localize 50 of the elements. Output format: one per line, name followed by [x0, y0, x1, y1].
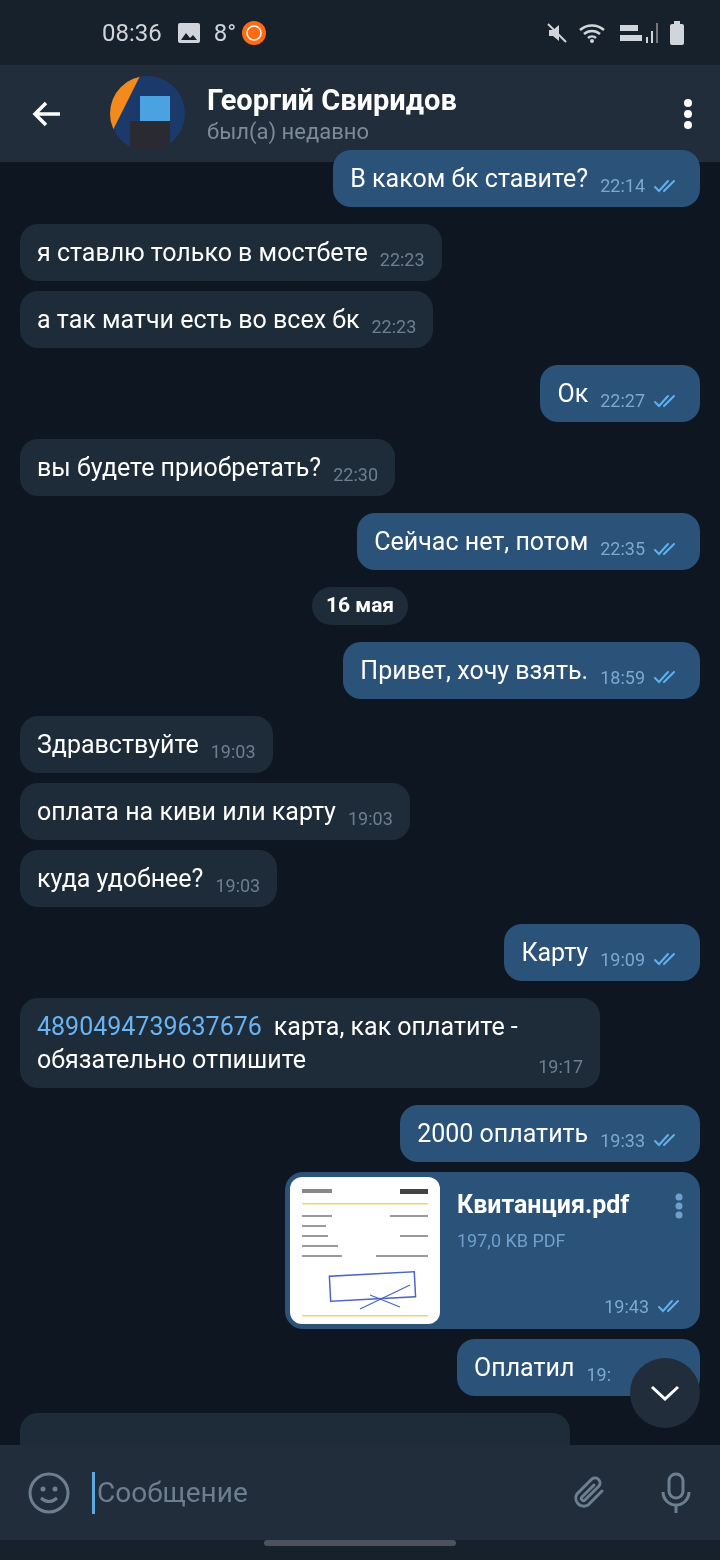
- message-time: 19:03: [210, 739, 256, 764]
- message-text: В каком бк ставите?: [350, 164, 589, 193]
- message-text: Оплатил: [474, 1352, 575, 1382]
- message-text: Привет, хочу взять.: [360, 655, 589, 685]
- message-time: 19:09: [600, 947, 645, 972]
- emoji-icon[interactable]: [28, 1471, 70, 1514]
- message-text: куда удобнее?: [37, 863, 204, 893]
- lte-signal-icon: [618, 20, 660, 45]
- temperature: 8°: [213, 17, 237, 49]
- message-input[interactable]: Сообщение: [92, 1471, 562, 1514]
- message-time: 19:17: [538, 1054, 583, 1079]
- message-text: 2000 оплатить: [417, 1118, 589, 1148]
- contact-name: Георгий Свиридов: [207, 81, 457, 118]
- status-time: 08:36: [102, 17, 162, 49]
- message-text: Здравствуйте: [37, 729, 199, 759]
- message-text: Карту: [521, 937, 589, 967]
- microphone-icon[interactable]: [660, 1471, 692, 1514]
- message-time: 19:43: [604, 1294, 649, 1319]
- message-time: 18:59: [600, 665, 645, 690]
- card-number-link[interactable]: 4890494739637676: [37, 1011, 262, 1041]
- message-text: Сейчас нет, потом: [374, 527, 589, 556]
- back-icon[interactable]: [32, 100, 62, 127]
- message-time: 22:30: [333, 463, 378, 487]
- date-chip: 16 мая: [311, 587, 409, 625]
- more-icon[interactable]: [684, 98, 692, 129]
- message-time: 19:: [586, 1362, 611, 1387]
- message-time: 19:03: [215, 873, 261, 898]
- message-time: 22:23: [379, 248, 425, 272]
- message-text: я ставлю только в мостбете: [37, 238, 368, 267]
- composer-bar[interactable]: Сообщение: [0, 1445, 720, 1540]
- message-time: 22:27: [600, 389, 645, 413]
- message-time: 22:35: [600, 537, 645, 561]
- message-time: 19:33: [600, 1128, 645, 1153]
- message-text: вы будете приобретать?: [37, 453, 322, 482]
- app-icon: [242, 20, 267, 45]
- message-time: 19:03: [347, 806, 393, 831]
- file-size: 197,0 KB PDF: [457, 1228, 567, 1253]
- contact-status: был(а) недавно: [207, 117, 370, 146]
- chevron-down-icon: [650, 1385, 680, 1401]
- file-message[interactable]: Квитанция.pdf 197,0 KB PDF 19:43: [285, 1171, 700, 1329]
- message-text: 4890494739637676 карта, как оплатите - обязательно отпишите: [37, 1011, 518, 1074]
- message-text: а так матчи есть во всех бк: [37, 305, 360, 334]
- message-time: 22:14: [600, 174, 645, 198]
- battery-icon: [670, 20, 684, 45]
- file-name: Квитанция.pdf: [457, 1188, 630, 1221]
- image-icon: [177, 22, 200, 43]
- mute-icon: [546, 21, 568, 44]
- message-text: Ок: [557, 379, 589, 408]
- message-text: оплата на киви или карту: [37, 796, 336, 826]
- message-time: 22:23: [371, 315, 417, 339]
